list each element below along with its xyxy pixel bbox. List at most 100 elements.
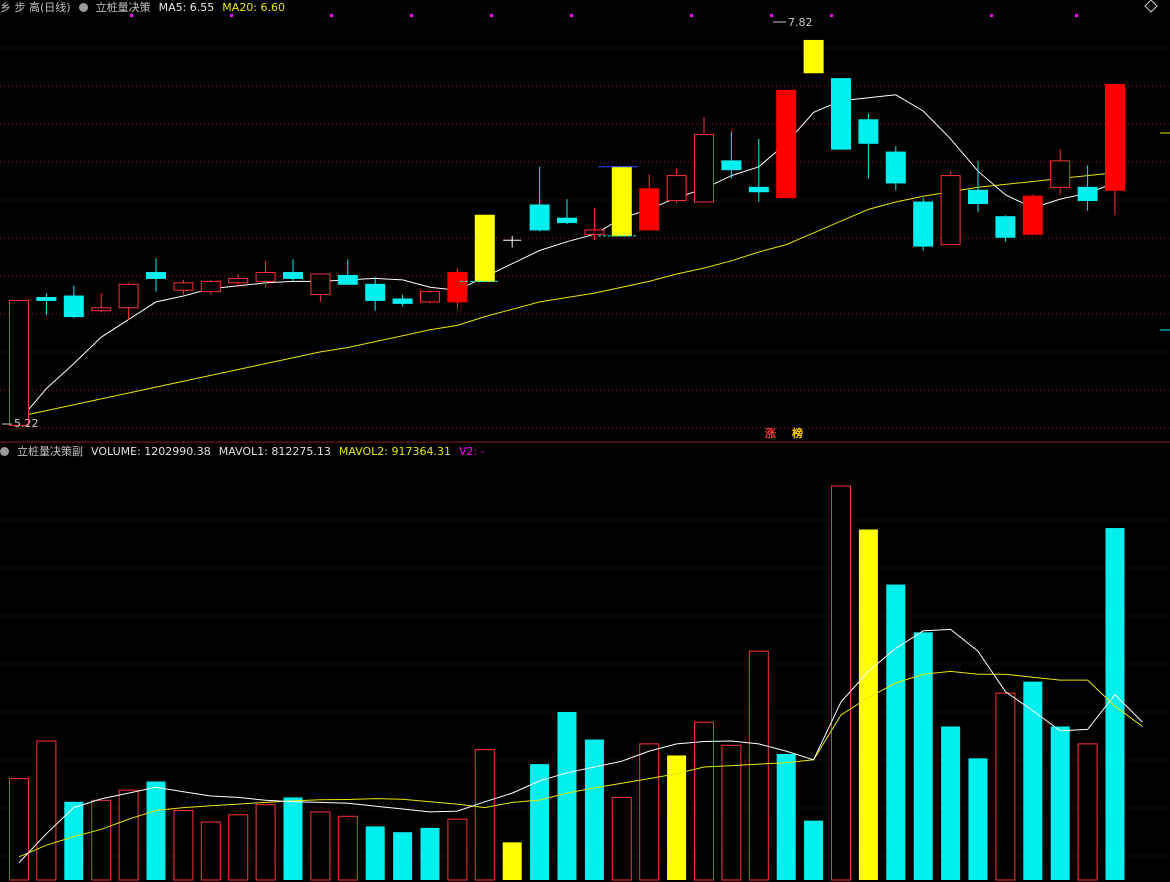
candle-body	[63, 295, 84, 318]
zhang-tag[interactable]: 涨	[765, 428, 776, 440]
marker-dot	[830, 14, 833, 17]
volume-bar	[337, 815, 358, 881]
candle	[63, 285, 84, 319]
candle-body	[995, 216, 1016, 238]
volume-bar	[474, 749, 495, 881]
volume-panel-header: 立桩量决策副 VOLUME: 1202990.38 MAVOL1: 812275…	[0, 444, 485, 458]
candle	[310, 273, 331, 302]
ma5-value: MA5: 6.55	[158, 0, 215, 14]
volume-bar	[611, 796, 632, 881]
candle	[831, 78, 851, 150]
volume-bar	[200, 821, 221, 881]
candle	[940, 171, 961, 246]
volume-bar	[146, 781, 166, 880]
volume-bar	[447, 818, 468, 881]
candle-body	[913, 201, 934, 247]
candle-body	[200, 280, 221, 293]
candle-body	[283, 272, 303, 279]
candle-body	[337, 274, 358, 285]
candle	[803, 39, 824, 74]
candle	[529, 166, 550, 232]
candle	[392, 294, 413, 307]
marker-dot	[410, 14, 413, 17]
candle-body	[91, 307, 112, 312]
volume-bar	[365, 826, 385, 880]
candle-body	[474, 214, 495, 282]
candle-body	[803, 39, 824, 74]
candle	[721, 131, 742, 179]
sub-indicator-name[interactable]: 立桩量决策副	[17, 445, 83, 458]
marker-dot	[1075, 14, 1078, 17]
indicator-name[interactable]: 立桩量决策	[96, 1, 151, 14]
high-price-label: 7.82	[788, 16, 813, 29]
candle	[557, 199, 577, 225]
volume-bar	[173, 809, 194, 881]
chevron-down-icon[interactable]	[78, 2, 88, 12]
candle	[639, 174, 660, 231]
candle	[337, 259, 358, 285]
candle-body	[447, 272, 468, 303]
candle	[9, 299, 29, 426]
bang-tag[interactable]: 榜	[792, 428, 803, 440]
mavol2-value: MAVOL2: 917364.31	[338, 444, 451, 458]
volume-bar	[1023, 681, 1043, 880]
candle	[748, 138, 769, 203]
diamond-icon	[1144, 0, 1158, 13]
price-grid	[0, 0, 1170, 857]
candle-body	[420, 291, 440, 303]
candle	[666, 168, 687, 204]
marker-dot	[690, 14, 693, 17]
candle-body	[1050, 160, 1071, 188]
candle-body	[858, 119, 879, 144]
candle-body	[721, 160, 742, 171]
volume-bar	[804, 820, 824, 880]
stock-chart-canvas[interactable]	[0, 0, 1170, 882]
candle	[1022, 194, 1043, 235]
ma5-path	[18, 94, 1116, 422]
volume-bar	[886, 584, 906, 880]
candle	[694, 116, 714, 203]
volume-bar	[639, 743, 660, 881]
candle-body	[36, 297, 57, 301]
volume-bar	[557, 712, 577, 880]
candlestick-series[interactable]	[9, 39, 1125, 426]
volume-bar	[968, 758, 988, 880]
candle	[420, 290, 440, 304]
volume-bar	[858, 529, 878, 880]
candle	[365, 276, 386, 311]
volume-bar	[584, 739, 604, 880]
candle-body	[118, 283, 139, 309]
volume-bar	[91, 799, 112, 881]
marker-dot	[130, 14, 133, 17]
candle-body	[748, 186, 769, 193]
volume-bar	[9, 778, 29, 881]
volume-bar	[118, 789, 139, 881]
volume-bar	[1050, 726, 1070, 880]
candle	[503, 235, 522, 248]
candle-body	[694, 133, 714, 203]
marker-dot	[570, 14, 573, 17]
chevron-down-icon[interactable]	[0, 446, 9, 456]
candle-body	[146, 272, 166, 279]
volume-bar	[941, 726, 961, 880]
low-price-label: 5.22	[14, 417, 39, 430]
marker-dot	[230, 14, 233, 17]
volume-bars[interactable]	[9, 485, 1125, 881]
candle-body	[1077, 186, 1098, 202]
volume-bar	[255, 804, 276, 881]
volume-bar	[283, 797, 303, 880]
candle-body	[885, 151, 906, 184]
candle-body	[365, 283, 386, 301]
candle-body	[1022, 195, 1043, 235]
candle-body	[666, 175, 687, 202]
volume-bar	[748, 650, 769, 881]
volume-bar	[1105, 528, 1125, 880]
volume-bar	[995, 692, 1016, 881]
ma20-value: MA20: 6.60	[222, 0, 286, 14]
candle	[474, 214, 495, 282]
ma5-line	[18, 94, 1116, 422]
candle-body	[639, 188, 660, 231]
volume-bar	[393, 832, 413, 880]
price-panel-header: 乡 步 高(日线) 立桩量决策 MA5: 6.55 MA20: 6.60	[0, 0, 285, 14]
stock-name-label[interactable]: 乡 步 高(日线)	[0, 1, 71, 14]
